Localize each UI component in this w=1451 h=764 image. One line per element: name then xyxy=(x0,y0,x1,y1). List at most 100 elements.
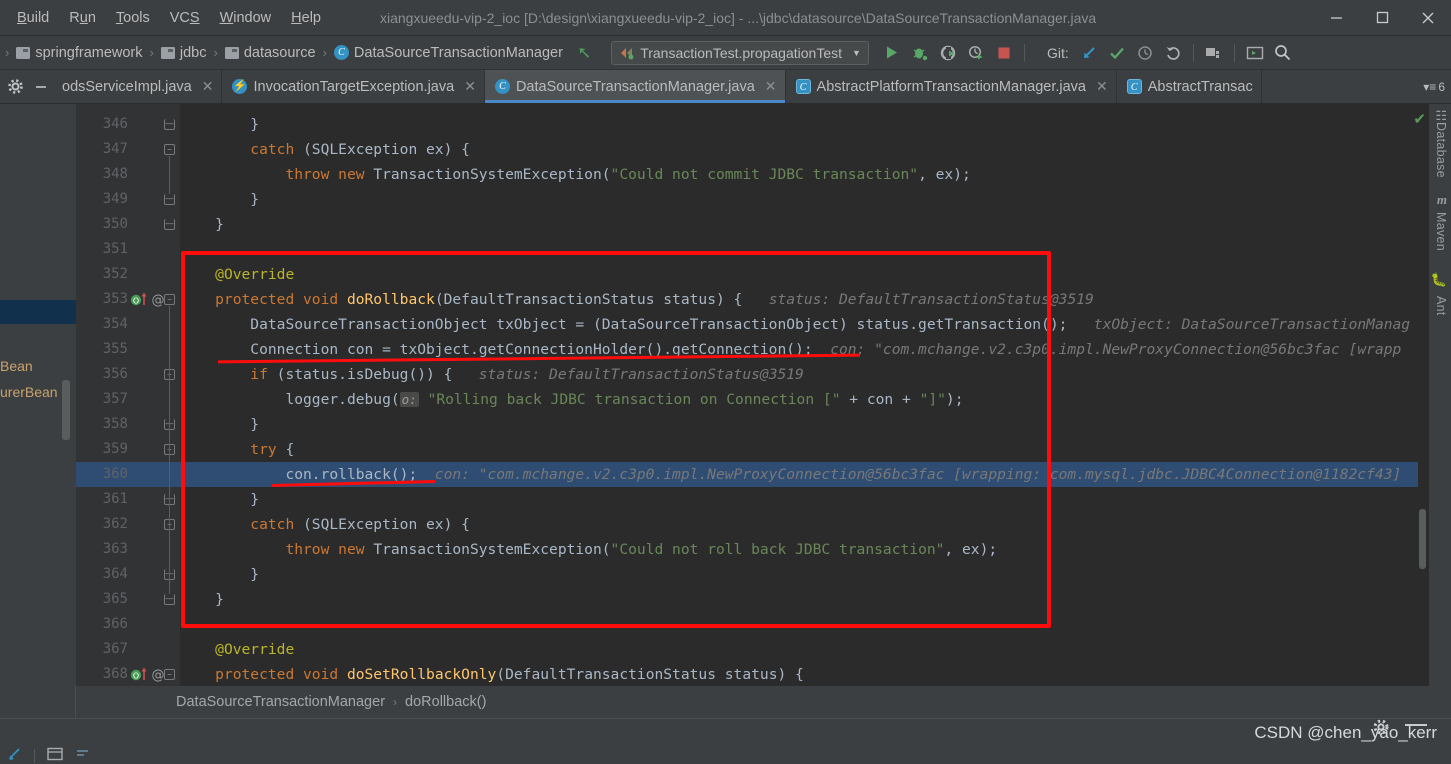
fold-expand-icon[interactable]: − xyxy=(164,144,175,155)
hide-icon[interactable] xyxy=(30,70,52,103)
breadcrumb-method[interactable]: doRollback() xyxy=(405,694,486,710)
code-token: } xyxy=(250,566,260,583)
tab-odsServiceImpl[interactable]: odsServiceImpl.java ✕ xyxy=(52,70,223,103)
menu-item-run[interactable]: Run xyxy=(60,7,105,29)
todo-icon[interactable] xyxy=(75,747,91,764)
code-line[interactable]: } xyxy=(180,487,1428,512)
fold-collapse-icon[interactable]: — xyxy=(164,219,175,230)
search-everywhere-icon[interactable] xyxy=(1270,40,1296,66)
code-line[interactable]: if (status.isDebug()) { status: DefaultT… xyxy=(180,362,1428,387)
code-line[interactable]: } xyxy=(180,187,1428,212)
popup-partial-label-2[interactable]: urerBean xyxy=(0,384,58,400)
terminal-icon[interactable] xyxy=(1242,40,1268,66)
code-line[interactable]: catch (SQLException ex) { xyxy=(180,137,1428,162)
code-lines[interactable]: } catch (SQLException ex) { throw new Tr… xyxy=(180,104,1428,686)
close-icon[interactable]: ✕ xyxy=(202,78,214,95)
fold-collapse-icon[interactable]: — xyxy=(164,594,175,605)
run-with-coverage-icon[interactable] xyxy=(935,40,961,66)
breadcrumb-item-springframework[interactable]: springframework xyxy=(10,45,148,61)
code-line[interactable]: catch (SQLException ex) { xyxy=(180,512,1428,537)
close-icon[interactable]: ✕ xyxy=(765,78,777,95)
gutter-override-marker[interactable]: O @ xyxy=(130,665,166,684)
tool-window-database[interactable]: Database xyxy=(1434,122,1448,178)
maximize-button[interactable] xyxy=(1359,0,1405,36)
run-icon[interactable] xyxy=(879,40,905,66)
code-token: "]" xyxy=(919,391,946,408)
completion-popup-sliver[interactable] xyxy=(0,300,76,324)
code-line[interactable]: @Override xyxy=(180,637,1428,662)
tool-window-ant[interactable]: Ant xyxy=(1434,296,1448,316)
code-line[interactable]: con.rollback(); con: "com.mchange.v2.c3p… xyxy=(180,462,1428,487)
code-token: } xyxy=(250,116,260,133)
line-number: 367 xyxy=(102,641,128,657)
close-button[interactable] xyxy=(1405,0,1451,36)
project-structure-icon[interactable] xyxy=(1201,40,1227,66)
menu-item-build[interactable]: Build xyxy=(8,7,58,29)
code-line[interactable]: } xyxy=(180,212,1428,237)
title-bar: Build Run Tools VCS Window Help xiangxue… xyxy=(0,0,1451,36)
stop-icon[interactable] xyxy=(991,40,1017,66)
popup-partial-label-1[interactable]: Bean xyxy=(0,358,33,374)
build-hammer-icon[interactable]: ➚ xyxy=(569,43,605,63)
code-editor[interactable]: 346—347−348 349—350—351 352 353 O @ −354 355 356… xyxy=(0,104,1428,686)
code-line[interactable]: throw new TransactionSystemException("Co… xyxy=(180,537,1428,562)
tab-AbstractTransaction[interactable]: C AbstractTransac xyxy=(1117,70,1262,103)
menu-item-tools[interactable]: Tools xyxy=(107,7,159,29)
menu-item-window[interactable]: Window xyxy=(211,7,281,29)
code-line[interactable]: logger.debug(o: "Rolling back JDBC trans… xyxy=(180,387,1428,412)
git-history-icon[interactable] xyxy=(1132,40,1158,66)
run-configuration-selector[interactable]: TransactionTest.propagationTest ▼ xyxy=(611,40,869,65)
code-line[interactable]: try { xyxy=(180,437,1428,462)
line-number: 357 xyxy=(102,391,128,407)
close-icon[interactable]: ✕ xyxy=(1096,78,1108,95)
code-line[interactable]: } xyxy=(180,412,1428,437)
git-rollback-icon[interactable] xyxy=(1160,40,1186,66)
inspection-status-icon[interactable]: ✔ xyxy=(1413,110,1426,128)
ant-icon[interactable]: 🐛 xyxy=(1431,272,1447,288)
watermark-text: CSDN @chen_yao_kerr xyxy=(1254,723,1437,742)
tab-overflow-button[interactable]: ▾≡ 6 xyxy=(1417,70,1451,103)
menu-item-vcs[interactable]: VCS xyxy=(161,7,209,29)
breadcrumb-item-class[interactable]: C DataSourceTransactionManager xyxy=(328,45,569,61)
code-line[interactable]: throw new TransactionSystemException("Co… xyxy=(180,162,1428,187)
code-token: (SQLException ex) { xyxy=(303,516,470,533)
minimize-button[interactable] xyxy=(1313,0,1359,36)
line-number: 351 xyxy=(102,241,128,257)
fold-collapse-icon[interactable]: — xyxy=(164,194,175,205)
scrollbar-thumb[interactable] xyxy=(1419,509,1426,569)
code-line[interactable]: DataSourceTransactionObject txObject = (… xyxy=(180,312,1428,337)
fold-expand-icon[interactable]: − xyxy=(164,294,175,305)
terminal-icon[interactable] xyxy=(47,747,63,764)
debug-icon[interactable] xyxy=(907,40,933,66)
git-update-icon[interactable] xyxy=(1076,40,1102,66)
profile-icon[interactable] xyxy=(963,40,989,66)
maven-icon[interactable]: m xyxy=(1437,192,1447,208)
branch-icon[interactable] xyxy=(8,747,22,764)
code-line[interactable]: Connection con = txObject.getConnectionH… xyxy=(180,337,1428,362)
menu-item-help[interactable]: Help xyxy=(282,7,330,29)
code-line[interactable]: } xyxy=(180,112,1428,137)
code-line[interactable]: } xyxy=(180,587,1428,612)
tool-window-maven[interactable]: Maven xyxy=(1434,212,1448,251)
breadcrumb-class[interactable]: DataSourceTransactionManager xyxy=(176,694,385,710)
popup-scrollbar-thumb[interactable] xyxy=(62,380,70,440)
gutter-override-marker[interactable]: O @ xyxy=(130,290,166,309)
abstract-class-icon: C xyxy=(1126,79,1142,94)
code-line[interactable] xyxy=(180,612,1428,637)
code-line[interactable]: } xyxy=(180,562,1428,587)
tab-InvocationTargetException[interactable]: ⚡ InvocationTargetException.java ✕ xyxy=(222,70,485,103)
code-line[interactable]: protected void doSetRollbackOnly(Default… xyxy=(180,662,1428,686)
tab-AbstractPlatformTransactionManager[interactable]: C AbstractPlatformTransactionManager.jav… xyxy=(786,70,1117,103)
tab-DataSourceTransactionManager[interactable]: C DataSourceTransactionManager.java ✕ xyxy=(484,70,786,103)
close-icon[interactable]: ✕ xyxy=(464,78,476,95)
breadcrumb-item-datasource[interactable]: datasource xyxy=(219,45,322,61)
gear-icon[interactable] xyxy=(0,70,30,103)
code-line[interactable]: protected void doRollback(DefaultTransac… xyxy=(180,287,1428,312)
git-commit-icon[interactable] xyxy=(1104,40,1130,66)
fold-collapse-icon[interactable]: — xyxy=(164,119,175,130)
breadcrumb-item-jdbc[interactable]: jdbc xyxy=(155,45,213,61)
code-line[interactable]: @Override xyxy=(180,262,1428,287)
editor-vertical-scrollbar[interactable] xyxy=(1418,104,1428,686)
code-line[interactable] xyxy=(180,237,1428,262)
fold-expand-icon[interactable]: − xyxy=(164,669,175,680)
